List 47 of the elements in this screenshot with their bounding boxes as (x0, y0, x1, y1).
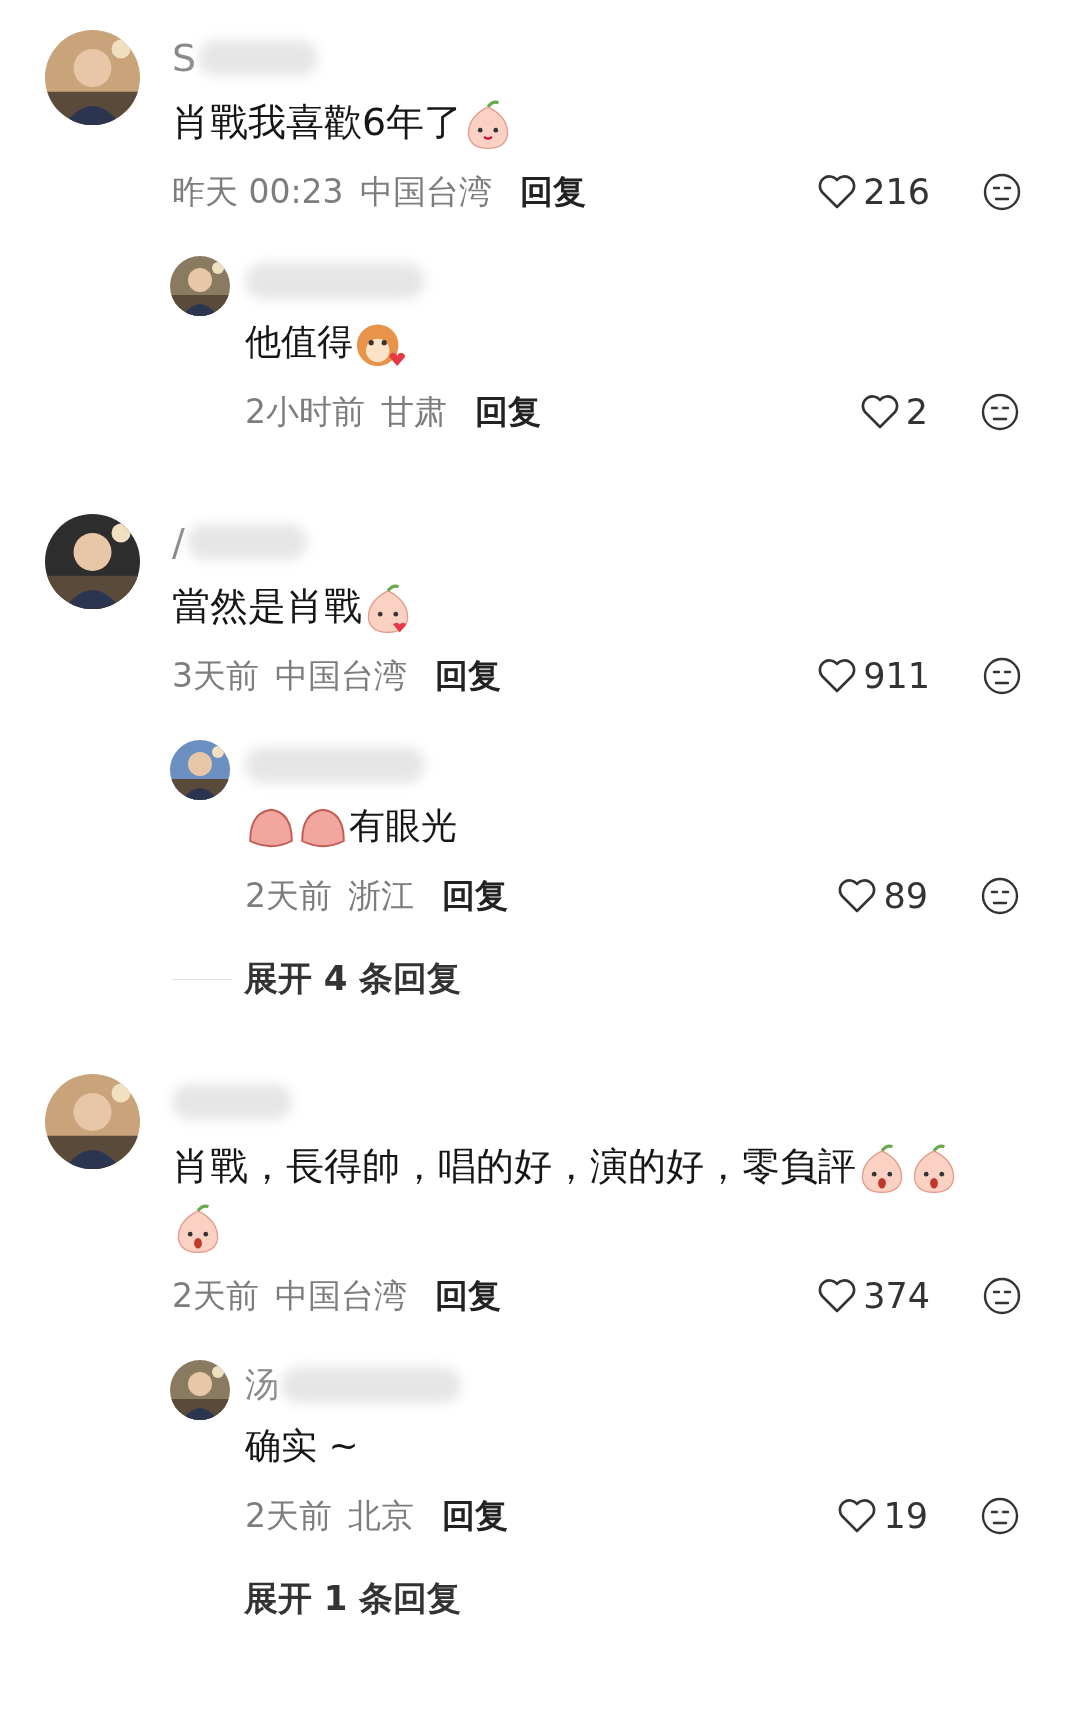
comment-text: 肖戰我喜歡6年了 (172, 92, 1002, 152)
comment-text: 當然是肖戰 (172, 576, 1002, 636)
comment-time: 3天前 (172, 654, 259, 697)
heart-icon (817, 174, 858, 210)
comment-location: 甘肃 (381, 390, 447, 433)
reply-link[interactable]: 回复 (435, 1273, 501, 1319)
comment-time: 昨天 00:23 (172, 170, 344, 213)
dislike-icon[interactable] (982, 172, 1022, 212)
user-name: 汤 (245, 1363, 279, 1406)
comment-text: 他值得 (245, 312, 1000, 372)
dislike-icon[interactable] (982, 1276, 1022, 1316)
comment-location: 中国台湾 (359, 170, 492, 213)
comment-location: 中国台湾 (275, 1274, 407, 1317)
comment-text: 有眼光 (245, 796, 1000, 856)
comment-location: 中国台湾 (275, 654, 407, 697)
like-button[interactable]: 89 (837, 876, 928, 916)
reply-link[interactable]: 回复 (442, 873, 508, 919)
user-name: S (172, 36, 197, 80)
dislike-icon[interactable] (980, 876, 1020, 916)
reply-link[interactable]: 回复 (435, 653, 501, 699)
reply-link[interactable]: 回复 (442, 1493, 508, 1539)
like-button[interactable]: 2 (859, 392, 928, 432)
user-name: / (172, 520, 185, 564)
heart-icon (817, 658, 858, 694)
reply-link[interactable]: 回复 (475, 389, 541, 435)
comment-location: 浙江 (348, 874, 414, 917)
expand-replies-button[interactable]: 展开 4 条回复 (244, 956, 462, 1002)
heart-icon (859, 394, 900, 430)
comment-location: 北京 (348, 1494, 414, 1537)
heart-icon (837, 878, 878, 914)
comment-text: 确实 ~ (245, 1424, 360, 1468)
like-button[interactable]: 216 (817, 172, 930, 212)
reply-link[interactable]: 回复 (519, 169, 586, 215)
dislike-icon[interactable] (980, 1496, 1020, 1536)
expand-replies-button[interactable]: 展开 1 条回复 (244, 1576, 462, 1622)
comment-time: 2天前 (245, 874, 332, 917)
comment-time: 2小时前 (245, 390, 365, 433)
like-button[interactable]: 374 (817, 1276, 930, 1316)
heart-icon (817, 1278, 858, 1314)
dislike-icon[interactable] (980, 392, 1020, 432)
comment-text: 肖戰，長得帥，唱的好，演的好，零負評 (172, 1136, 1002, 1256)
like-button[interactable]: 911 (817, 656, 930, 696)
dislike-icon[interactable] (982, 656, 1022, 696)
like-button[interactable]: 19 (837, 1496, 928, 1536)
comment-time: 2天前 (172, 1274, 259, 1317)
heart-icon (837, 1498, 878, 1534)
comment-time: 2天前 (245, 1494, 332, 1537)
